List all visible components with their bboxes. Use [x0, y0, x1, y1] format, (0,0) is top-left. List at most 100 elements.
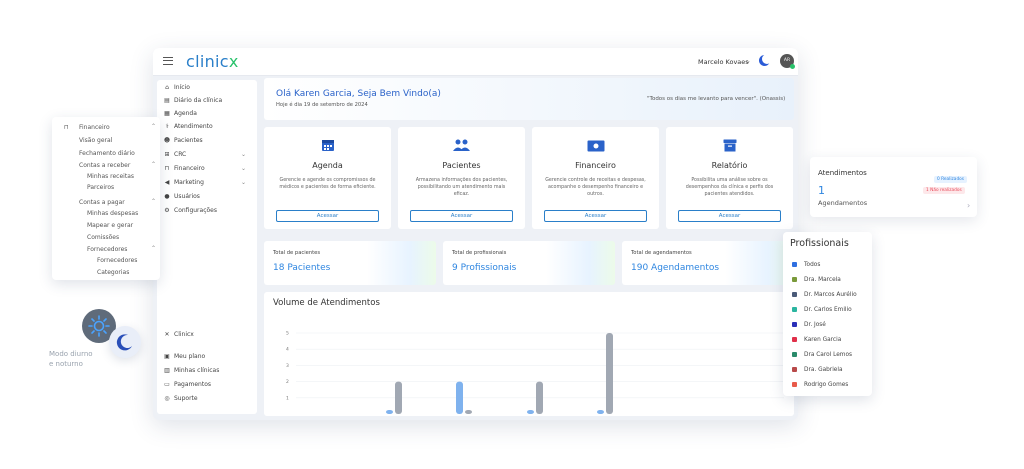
finance-menu-item[interactable]: Parceiros	[87, 183, 114, 192]
finance-menu-item[interactable]: Minhas receitas	[87, 172, 134, 181]
app-window: clinicx Marcelo Kovaes ⌄ AR ⌂ Início ▤ Diár…	[153, 48, 798, 420]
sidebar-item-financeiro[interactable]: ⊓ Financeiro ⌄	[163, 164, 251, 174]
megaphone-icon: ◀	[164, 179, 170, 186]
sidebar-item-pagamentos[interactable]: ▭ Pagamentos	[163, 380, 211, 390]
sidebar-item-minhas-clínicas[interactable]: ▥ Minhas clínicas	[163, 366, 219, 376]
chevron-up-icon[interactable]: ⌃	[151, 123, 156, 130]
chevron-up-icon[interactable]: ⌃	[151, 198, 156, 205]
stat-value: 190 Agendamentos	[631, 263, 720, 273]
moon-icon[interactable]	[109, 326, 141, 358]
card-relatório: Relatório Possibilita uma análise sobre o…	[666, 127, 793, 229]
bar-series-1[interactable]	[386, 410, 393, 414]
profissional-filter-item[interactable]: Dr. José	[792, 321, 826, 329]
acessar-button[interactable]: Acessar	[410, 210, 513, 222]
bar-series-2[interactable]	[395, 381, 402, 414]
finance-menu-item[interactable]: Financeiro	[79, 123, 110, 132]
user-name[interactable]: Marcelo Kovaes	[698, 58, 749, 66]
clinicx-icon: ✕	[164, 331, 170, 338]
profissional-filter-item[interactable]: Todos	[792, 261, 820, 269]
chevron-up-icon[interactable]: ⌃	[151, 161, 156, 168]
acessar-button[interactable]: Acessar	[678, 210, 781, 222]
y-tick-label: 3	[286, 363, 289, 369]
card-agenda: Agenda Gerencie e agende os compromissos …	[264, 127, 391, 229]
finance-menu-item[interactable]: Visão geral	[79, 136, 112, 145]
profissional-filter-item[interactable]: Dr. Marcos Aurélio	[792, 291, 857, 299]
sidebar-item-suporte[interactable]: ◎ Suporte	[163, 394, 197, 404]
calendar-icon	[264, 137, 391, 153]
profissional-filter-item[interactable]: Karen Garcia	[792, 336, 841, 344]
sidebar: ⌂ Início ▤ Diário da clínica ▦ Agenda ⚕ Atendim…	[157, 80, 257, 414]
atendimentos-widget[interactable]: Atendimentos 1 Agendamentos 0 Realizados…	[810, 157, 977, 217]
sidebar-item-diário-da-clínica[interactable]: ▤ Diário da clínica	[163, 96, 222, 106]
bar-series-2[interactable]	[465, 410, 472, 414]
card-description: Gerencie controle de receitas e despesas…	[545, 178, 646, 197]
profissional-filter-item[interactable]: Dra Carol Lemos	[792, 351, 852, 359]
bar-series-1[interactable]	[597, 410, 604, 414]
gear-icon: ⚙	[164, 207, 170, 214]
support-icon: ◎	[164, 395, 170, 402]
acessar-button[interactable]: Acessar	[276, 210, 379, 222]
color-swatch	[792, 366, 797, 372]
bar-series-2[interactable]	[606, 333, 613, 414]
stat-card: Total de profissionais 9 Profissionais	[443, 241, 615, 285]
sidebar-item-meu-plano[interactable]: ▣ Meu plano	[163, 352, 205, 362]
plan-icon: ▣	[164, 353, 170, 360]
finance-menu-item[interactable]: Fornecedores	[97, 256, 137, 265]
card-title: Agenda	[312, 161, 343, 170]
sidebar-item-usuários[interactable]: ● Usuários	[163, 192, 200, 202]
profissional-filter-item[interactable]: Dra. Gabriela	[792, 366, 843, 374]
finance-submenu: Financeiro Visão geral Fechamento diário Co…	[52, 117, 160, 280]
profissional-filter-item[interactable]: Dr. Carlos Emilio	[792, 306, 852, 314]
calendar-icon: ▦	[164, 110, 170, 117]
profissional-filter-item[interactable]: Rodrigo Gomes	[792, 381, 848, 389]
finance-menu-item[interactable]: Fechamento diário	[79, 149, 135, 158]
sidebar-item-atendimento[interactable]: ⚕ Atendimento	[163, 122, 212, 132]
bar-series-1[interactable]	[527, 410, 534, 414]
sidebar-item-clinicx[interactable]: ✕ Clinicx	[163, 330, 193, 340]
chevron-down-icon[interactable]: ⌄	[745, 57, 751, 65]
chevron-down-icon[interactable]: ⌄	[241, 164, 246, 174]
menu-icon[interactable]	[163, 57, 173, 65]
color-swatch	[792, 351, 797, 357]
archive-icon	[666, 137, 793, 153]
sidebar-item-configurações[interactable]: ⚙ Configurações	[163, 206, 217, 216]
finance-menu-item[interactable]: Categorias	[97, 268, 129, 277]
card-title: Financeiro	[575, 161, 616, 170]
logo[interactable]: clinicx	[186, 52, 239, 71]
dark-mode-toggle-icon[interactable]	[759, 54, 772, 66]
finance-menu-item[interactable]: Contas a receber	[79, 161, 130, 170]
acessar-button[interactable]: Acessar	[544, 210, 647, 222]
chevron-up-icon[interactable]: ⌃	[151, 245, 156, 252]
chevron-down-icon[interactable]: ⌄	[241, 150, 246, 160]
finance-menu-item[interactable]: Comissões	[87, 233, 119, 242]
sidebar-item-agenda[interactable]: ▦ Agenda	[163, 109, 197, 119]
chevron-down-icon[interactable]: ⌄	[241, 178, 246, 188]
finance-menu-item[interactable]: Contas a pagar	[79, 198, 125, 207]
y-tick-label: 4	[286, 347, 289, 353]
profissional-name: Dra. Gabriela	[804, 367, 843, 373]
color-swatch	[792, 321, 797, 327]
sidebar-item-crc[interactable]: ⊞ CRC ⌄	[163, 150, 251, 160]
clinics-icon: ▥	[164, 367, 170, 374]
card-financeiro: Financeiro Gerencie controle de receitas …	[532, 127, 659, 229]
mode-label-line1: Modo diurno	[49, 350, 93, 358]
online-status-dot	[790, 64, 795, 69]
profissional-name: Dra Carol Lemos	[804, 352, 853, 358]
chevron-right-icon[interactable]: ›	[967, 201, 970, 210]
card-pacientes: Pacientes Armazena informações dos pacien…	[398, 127, 525, 229]
sidebar-item-início[interactable]: ⌂ Início	[163, 83, 190, 93]
card-title: Relatório	[711, 161, 748, 170]
color-swatch	[792, 306, 797, 312]
finance-menu-item[interactable]: Mapear e gerar	[87, 221, 133, 230]
bar-series-2[interactable]	[536, 381, 543, 414]
welcome-banner: Olá Karen Garcia, Seja Bem Vindo(a) Hoje…	[264, 78, 794, 120]
card-description: Armazena informações dos pacientes, poss…	[415, 178, 508, 197]
finance-menu-item[interactable]: Fornecedores	[87, 245, 127, 254]
sidebar-item-pacientes[interactable]: ☻ Pacientes	[163, 136, 203, 146]
sidebar-item-marketing[interactable]: ◀ Marketing ⌄	[163, 178, 251, 188]
bar-series-1[interactable]	[456, 381, 463, 414]
atendimentos-title: Atendimentos	[818, 169, 867, 177]
finance-menu-item[interactable]: Minhas despesas	[87, 209, 138, 218]
atendimentos-subtitle: Agendamentos	[818, 199, 868, 207]
profissional-filter-item[interactable]: Dra. Marcela	[792, 276, 841, 284]
